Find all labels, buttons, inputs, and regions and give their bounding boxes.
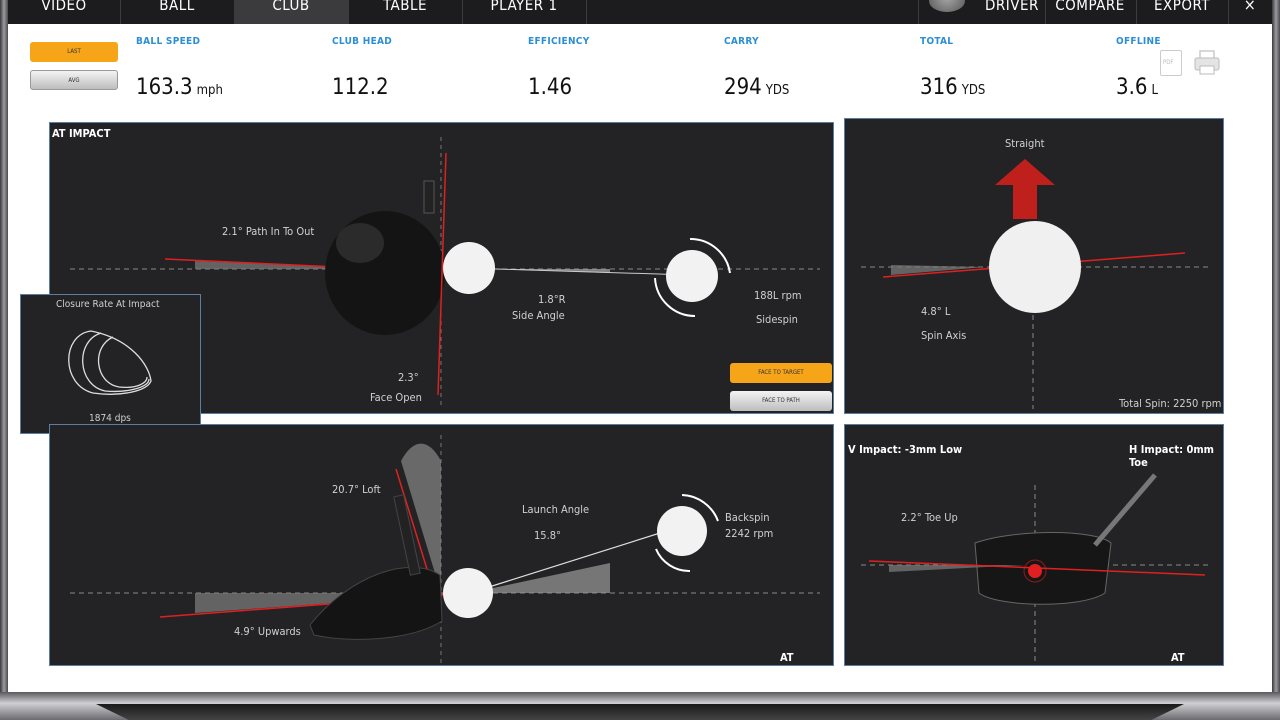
impact-location-panel: V Impact: -3mm Low H Impact: 0mm Toe 2.2… bbox=[844, 424, 1224, 666]
metric-label: TOTAL bbox=[920, 36, 954, 47]
closure-rate-panel: Closure Rate At Impact 1874 dps bbox=[20, 294, 201, 434]
pdf-icon-label: PDF bbox=[1163, 59, 1174, 66]
sidespin-value: 188L rpm bbox=[754, 289, 802, 302]
export-button[interactable]: EXPORT bbox=[1136, 0, 1229, 24]
panel-title: AT IMPACT bbox=[780, 651, 821, 665]
attack-angle-label: 4.9° Upwards bbox=[234, 625, 301, 638]
metric-label: BALL SPEED bbox=[136, 36, 201, 47]
compare-button[interactable]: COMPARE bbox=[1044, 0, 1137, 24]
club-selector-label: DRIVER bbox=[985, 0, 1039, 14]
spin-axis-label: Spin Axis bbox=[921, 329, 967, 342]
metric-value: 294 bbox=[724, 75, 762, 100]
face-angle-value: 2.3° bbox=[398, 371, 419, 384]
metric-club-head: CLUB HEAD 112.2 bbox=[332, 36, 392, 100]
monitor-bezel-left bbox=[0, 0, 8, 700]
path-label: 2.1° Path In To Out bbox=[222, 225, 315, 238]
face-angle-label: Face Open bbox=[370, 391, 422, 404]
panel-title: AT IMPACT bbox=[1171, 651, 1212, 665]
metric-unit: YDS bbox=[765, 83, 790, 98]
metric-label: CLUB HEAD bbox=[332, 36, 393, 47]
metric-ball-speed: BALL SPEED 163.3 mph bbox=[136, 36, 223, 100]
tab-ball[interactable]: BALL bbox=[120, 0, 235, 24]
direction-label: Straight bbox=[1005, 137, 1045, 150]
tab-club[interactable]: CLUB bbox=[234, 0, 349, 24]
metric-total: TOTAL 316 YDS bbox=[920, 36, 985, 100]
metric-efficiency: EFFICIENCY 1.46 bbox=[528, 36, 590, 100]
metric-value: 1.46 bbox=[528, 75, 573, 100]
backspin-label: Backspin bbox=[725, 511, 770, 524]
metric-value: 3.6 bbox=[1116, 75, 1148, 100]
spin-axis-value: 4.8° L bbox=[921, 305, 951, 318]
monitor-bezel-right bbox=[1272, 0, 1280, 700]
avg-button[interactable]: AVG bbox=[30, 70, 118, 90]
metric-value: 316 bbox=[920, 75, 958, 100]
tab-table[interactable]: TABLE bbox=[348, 0, 463, 24]
top-nav: VIDEO BALL CLUB TABLE PLAYER 1 DRIVER CO… bbox=[8, 0, 1272, 24]
club-selector[interactable]: DRIVER bbox=[918, 0, 1046, 24]
side-angle-value: 1.8°R bbox=[538, 293, 566, 306]
backspin-value: 2242 rpm bbox=[725, 527, 774, 540]
last-button[interactable]: LAST bbox=[30, 42, 118, 62]
metric-offline: OFFLINE 3.6 L bbox=[1116, 36, 1161, 100]
metric-unit: L bbox=[1151, 83, 1158, 98]
toe-up-label: 2.2° Toe Up bbox=[901, 511, 958, 524]
spin-axis-panel: Straight 4.8° L Spin Axis Total Spin: 22… bbox=[844, 118, 1224, 414]
app-screen: VIDEO BALL CLUB TABLE PLAYER 1 DRIVER CO… bbox=[8, 0, 1272, 692]
launch-angle-value: 15.8° bbox=[534, 529, 561, 542]
launch-diagram bbox=[70, 435, 820, 663]
metric-label: CARRY bbox=[724, 36, 759, 47]
total-spin: Total Spin: 2250 rpm bbox=[1119, 397, 1222, 410]
v-impact: V Impact: -3mm Low bbox=[848, 443, 963, 456]
metric-unit: mph bbox=[196, 83, 223, 98]
launch-angle-label: Launch Angle bbox=[522, 503, 590, 516]
face-to-target-button[interactable]: FACE TO TARGET bbox=[730, 363, 832, 383]
metric-value: 163.3 bbox=[136, 75, 193, 100]
pdf-icon[interactable]: PDF bbox=[1160, 50, 1182, 76]
loft-label: 20.7° Loft bbox=[332, 483, 381, 496]
close-icon[interactable]: × bbox=[1228, 0, 1272, 24]
metric-unit: YDS bbox=[961, 83, 986, 98]
metric-label: OFFLINE bbox=[1116, 36, 1161, 47]
sidespin-label: Sidespin bbox=[756, 313, 798, 326]
printer-icon[interactable] bbox=[1194, 50, 1220, 80]
metric-carry: CARRY 294 YDS bbox=[724, 36, 789, 100]
driver-head-icon bbox=[929, 0, 965, 12]
tab-video[interactable]: VIDEO bbox=[8, 0, 121, 24]
launch-panel: 20.7° Loft Launch Angle 15.8° Backspin 2… bbox=[49, 424, 834, 666]
monitor-stand bbox=[96, 704, 1184, 720]
metric-value: 112.2 bbox=[332, 75, 389, 100]
face-to-path-button[interactable]: FACE TO PATH bbox=[730, 391, 832, 411]
tab-player[interactable]: PLAYER 1 bbox=[462, 0, 587, 24]
spin-axis-diagram bbox=[861, 159, 1211, 409]
closure-value: 1874 dps bbox=[89, 413, 131, 424]
h-impact: H Impact: 0mm Toe bbox=[1129, 443, 1214, 469]
metric-label: EFFICIENCY bbox=[528, 36, 590, 47]
side-angle-label: Side Angle bbox=[512, 309, 565, 322]
